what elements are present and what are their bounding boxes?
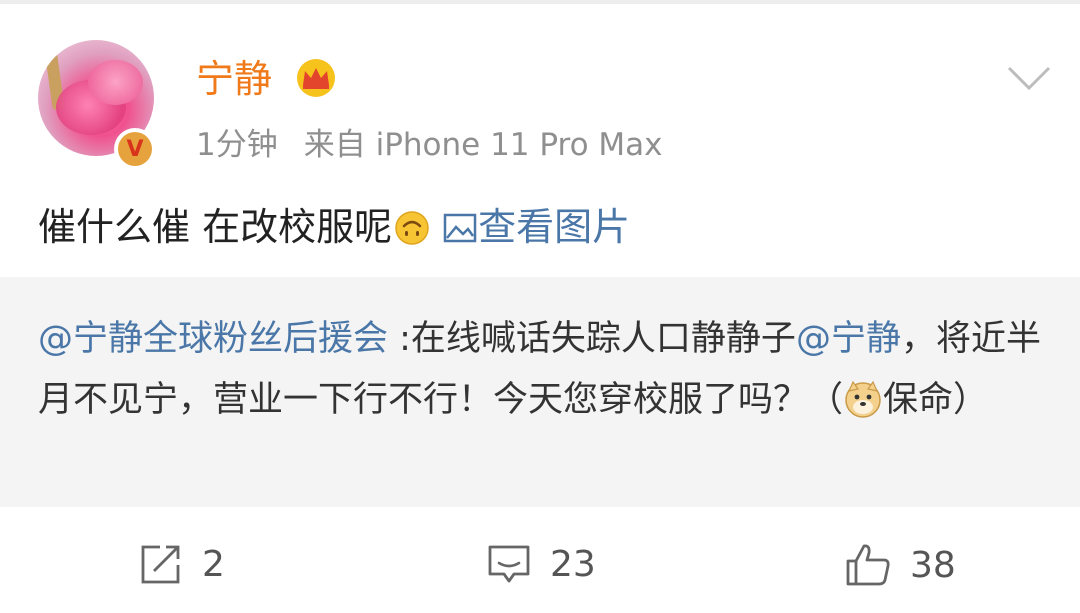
top-divider [0,0,1080,4]
mention-link[interactable]: @宁静全球粉丝后援会 [38,319,388,359]
post-meta: 1分钟 来自 iPhone 11 Pro Max [196,126,663,164]
action-bar: 2 23 38 [0,507,1080,613]
post-source: 来自 iPhone 11 Pro Max [303,127,663,163]
crown-icon[interactable] [294,58,338,98]
quoted-body: :在线喊话失踪人口静静子 [388,319,796,359]
like-count: 38 [910,544,956,586]
repost-button[interactable]: 2 [138,541,225,587]
comment-count: 23 [550,543,596,585]
view-picture-label: 查看图片 [478,205,631,249]
post-body: 催什么催 在改校服呢 [38,205,393,249]
verified-v-icon: V [114,128,156,170]
like-button[interactable]: 38 [844,541,956,589]
post-text: 催什么催 在改校服呢 查看图片 [38,204,630,250]
username[interactable]: 宁静 [196,56,272,102]
mention-link[interactable]: @宁静 [796,319,901,359]
comment-icon [488,545,530,583]
post-time: 1分钟 [196,127,278,163]
view-picture-link[interactable]: 查看图片 [442,205,630,249]
doge-emoji [845,380,881,418]
comment-button[interactable]: 23 [486,541,596,587]
quoted-body: 保命） [883,380,989,420]
repost-count: 2 [202,543,225,585]
picture-icon [443,213,477,243]
quoted-text: @宁静全球粉丝后援会 :在线喊话失踪人口静静子@宁静，将近半月不见宁，营业一下行… [38,309,1048,431]
avatar-decor [88,60,143,105]
repost-icon [141,545,180,584]
quoted-post[interactable]: @宁静全球粉丝后援会 :在线喊话失踪人口静静子@宁静，将近半月不见宁，营业一下行… [0,277,1080,507]
upside-down-smile-emoji [395,211,429,245]
like-icon [846,544,890,586]
chevron-down-icon[interactable] [1006,64,1052,92]
